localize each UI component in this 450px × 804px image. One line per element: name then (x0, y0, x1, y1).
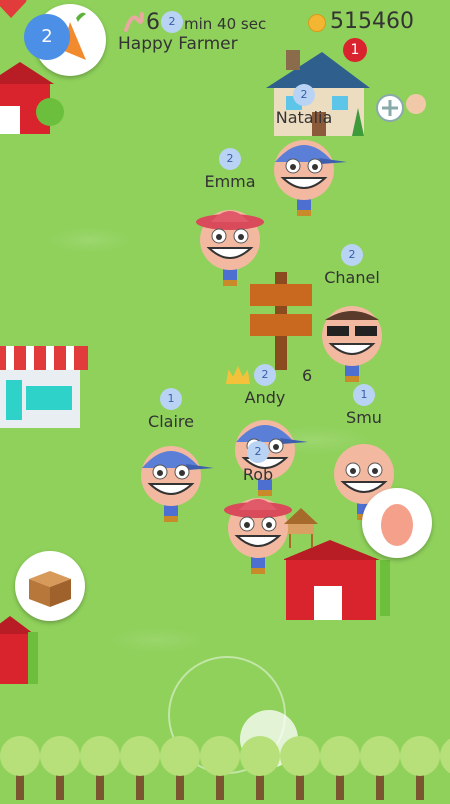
player-level: 2 (41, 26, 53, 47)
player-name-label: Natalia (275, 108, 333, 127)
barn-icon (0, 62, 70, 142)
timer-badge: 2 (161, 11, 183, 33)
timer-text: min 40 sec (184, 15, 267, 33)
player-level-bubble: 2 (293, 84, 315, 106)
egg-button[interactable] (362, 488, 432, 558)
add-friend-icon[interactable] (376, 90, 432, 130)
coin-count: 515460 (330, 9, 414, 34)
worm-icon (122, 10, 146, 38)
tree-row (0, 720, 450, 800)
worm-count: 6 (146, 10, 160, 35)
house-badge-count: 1 (350, 42, 360, 58)
player-level-bubble: 1 (160, 388, 182, 410)
farmer-character[interactable] (185, 202, 275, 292)
player-level-bubble: 1 (353, 384, 375, 406)
coop-icon (284, 508, 318, 552)
player-name-label: Andy (244, 388, 286, 407)
player-name-label: Chanel (324, 268, 380, 287)
player-level-bubble: 2 (341, 244, 363, 266)
farmer-character[interactable] (126, 438, 216, 528)
house-badge: 1 (343, 38, 367, 62)
player-name-label: Emma (204, 172, 256, 191)
player-level-bubble: 2 (219, 148, 241, 170)
player-name-label: Rob (242, 465, 274, 484)
shop-icon[interactable] (0, 340, 90, 436)
player-level-bubble: 2 (254, 364, 276, 386)
player-name-label: Smu (346, 408, 382, 427)
farmer-character[interactable] (307, 298, 397, 388)
crate-icon (29, 571, 71, 607)
reward-icon (226, 366, 250, 384)
coin-icon (308, 14, 326, 32)
barn-icon (0, 612, 50, 692)
player-name-label: Claire (148, 412, 194, 431)
player-level-badge: 2 (24, 14, 70, 60)
crate-button[interactable] (15, 551, 85, 621)
player-level-bubble: 2 (247, 441, 269, 463)
heart-icon[interactable] (0, 0, 28, 24)
egg-icon (381, 504, 413, 546)
